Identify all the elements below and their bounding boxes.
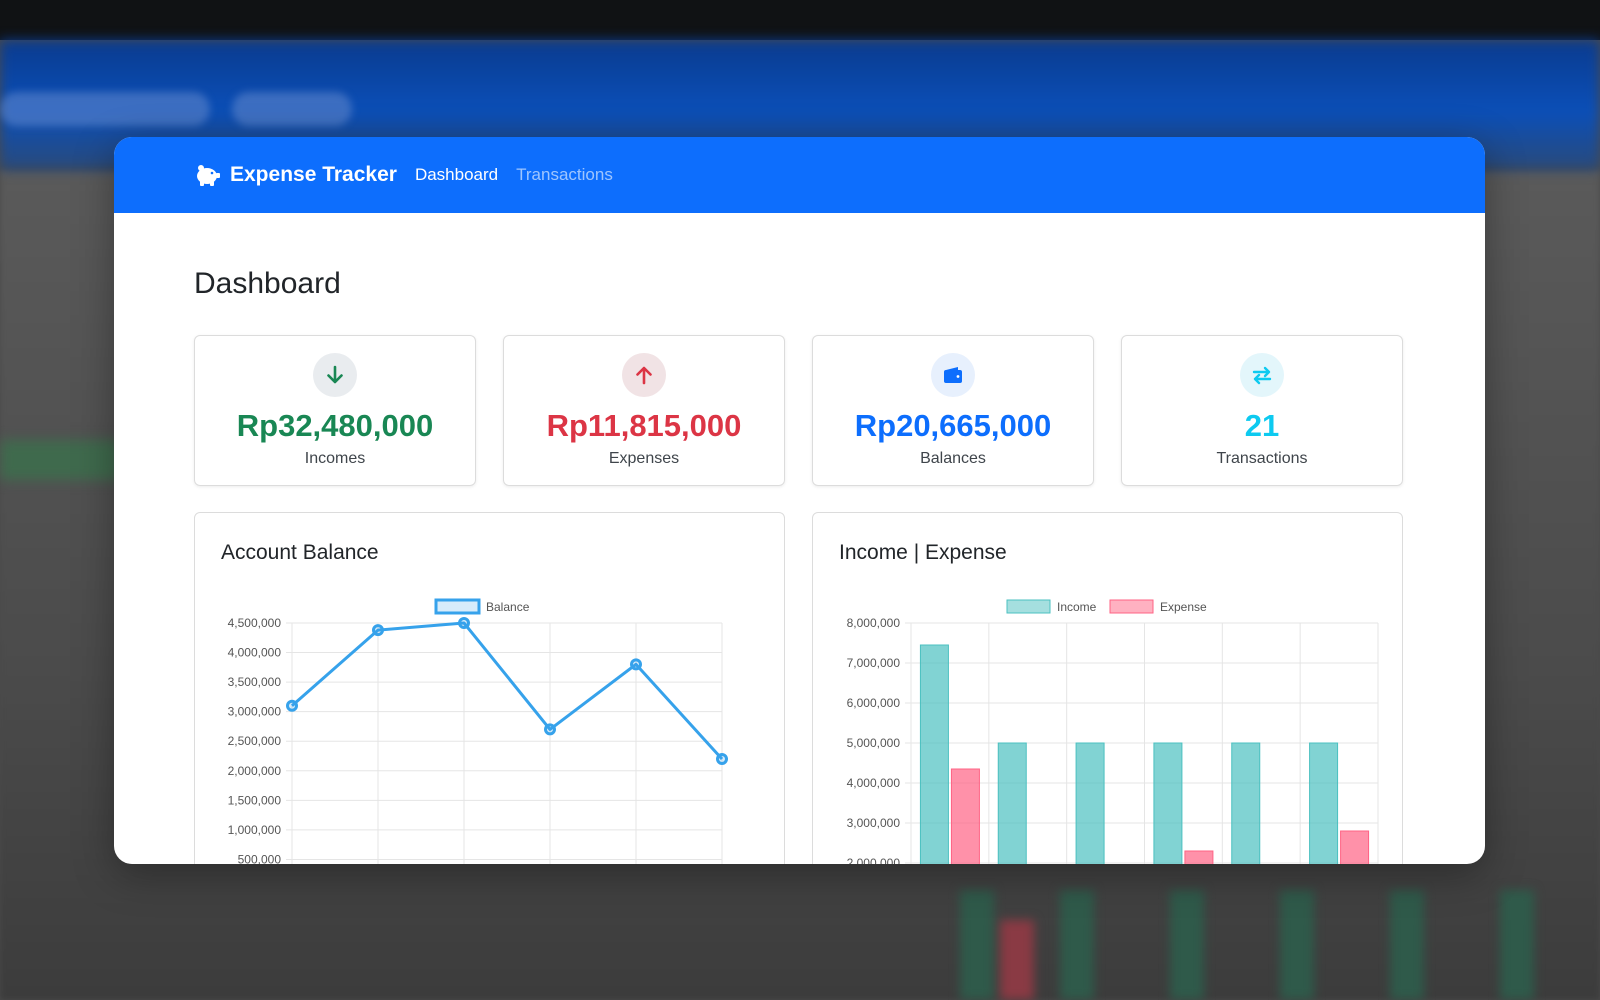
balances-value: Rp20,665,000 — [854, 408, 1052, 443]
brand[interactable]: Expense Tracker — [194, 163, 397, 187]
y-tick-label: 2,000,000 — [847, 856, 901, 864]
incomes-value: Rp32,480,000 — [236, 408, 434, 443]
legend-label-expense: Expense — [1160, 600, 1207, 614]
y-tick-label: 3,000,000 — [228, 705, 282, 719]
balance-point — [544, 723, 556, 736]
brand-name: Expense Tracker — [230, 163, 397, 186]
transactions-value: 21 — [1244, 408, 1280, 443]
nav-dashboard[interactable]: Dashboard — [415, 165, 498, 185]
balance-point — [458, 617, 470, 629]
y-tick-label: 4,000,000 — [228, 646, 282, 660]
y-tick-label: 500,000 — [238, 852, 282, 864]
wallet-icon — [931, 353, 975, 397]
transactions-label: Transactions — [1216, 450, 1308, 467]
legend-label: Balance — [486, 600, 530, 614]
y-tick-label: 8,000,000 — [847, 616, 901, 630]
app-window: Expense Tracker Dashboard Transactions D… — [114, 137, 1485, 864]
balance-point — [630, 658, 642, 671]
balance-point — [716, 752, 728, 765]
background-bars — [950, 870, 1600, 1000]
balance-line-chart: 500,000 1,000,000 1,500,000 2,000,000 2,500,… — [228, 598, 728, 864]
incomes-label: Incomes — [304, 450, 366, 467]
income-bar — [1153, 742, 1183, 864]
y-tick-label: 7,000,000 — [847, 656, 901, 670]
balance-line — [291, 621, 724, 760]
y-tick-label: 1,000,000 — [228, 823, 282, 837]
arrow-down-icon — [313, 353, 357, 397]
background-pill — [232, 92, 352, 126]
income-bar — [1231, 742, 1261, 864]
y-tick-label: 3,000,000 — [847, 816, 901, 830]
balance-point — [372, 624, 384, 637]
card-balances: Rp20,665,000 Balances — [812, 335, 1094, 486]
y-tick-label: 3,500,000 — [228, 675, 282, 689]
arrows-exchange-icon — [1240, 353, 1284, 397]
account-balance-card: Account Balance 500,000 1,000,000 1,500,00… — [194, 512, 785, 864]
legend-label-income: Income — [1057, 600, 1097, 614]
nav-transactions[interactable]: Transactions — [516, 165, 613, 185]
y-tick-label: 6,000,000 — [847, 696, 901, 710]
page-title: Dashboard — [194, 267, 341, 300]
main-content: Dashboard Rp32,480,000 Incomes Rp11,815,… — [114, 267, 1485, 864]
income-bar — [997, 742, 1027, 864]
background-topbar — [0, 0, 1600, 40]
navbar: Expense Tracker Dashboard Transactions — [114, 137, 1485, 213]
card-expenses: Rp11,815,000 Expenses — [503, 335, 785, 486]
background-pill — [0, 92, 210, 126]
income-bar — [919, 644, 949, 864]
legend-swatch — [434, 598, 481, 615]
expense-bar — [950, 768, 980, 864]
expense-bar — [1184, 850, 1214, 864]
income-bar — [1309, 742, 1339, 864]
card-transactions: 21 Transactions — [1121, 335, 1403, 486]
summary-cards: Rp32,480,000 Incomes Rp11,815,000 Expens… — [194, 335, 1405, 486]
piggy-bank-icon — [197, 165, 220, 186]
y-tick-label: 4,500,000 — [228, 616, 282, 630]
y-tick-label: 2,000,000 — [228, 764, 282, 778]
y-tick-label: 5,000,000 — [847, 736, 901, 750]
expenses-label: Expenses — [608, 450, 680, 467]
y-tick-label: 4,000,000 — [847, 776, 901, 790]
expense-bar — [1340, 830, 1370, 864]
y-tick-label: 2,500,000 — [228, 734, 282, 748]
y-tick-label: 1,500,000 — [228, 793, 282, 807]
legend-swatch-income — [1006, 599, 1051, 614]
balances-label: Balances — [920, 450, 986, 467]
card-incomes: Rp32,480,000 Incomes — [194, 335, 476, 486]
charts-row: Account Balance 500,000 1,000,000 1,500,00… — [194, 512, 1405, 864]
background-shape — [0, 440, 120, 480]
income-expense-bar-chart: 1,000,0002,000,0003,000,0004,000,0005,00… — [847, 599, 1379, 864]
arrow-up-icon — [622, 353, 666, 397]
income-bar — [1075, 742, 1105, 864]
expenses-value: Rp11,815,000 — [546, 408, 742, 443]
balance-point — [286, 699, 298, 712]
legend-swatch-expense — [1109, 599, 1154, 614]
income-expense-card: Income | Expense 1,000,0002,000,0003,000… — [812, 512, 1403, 864]
